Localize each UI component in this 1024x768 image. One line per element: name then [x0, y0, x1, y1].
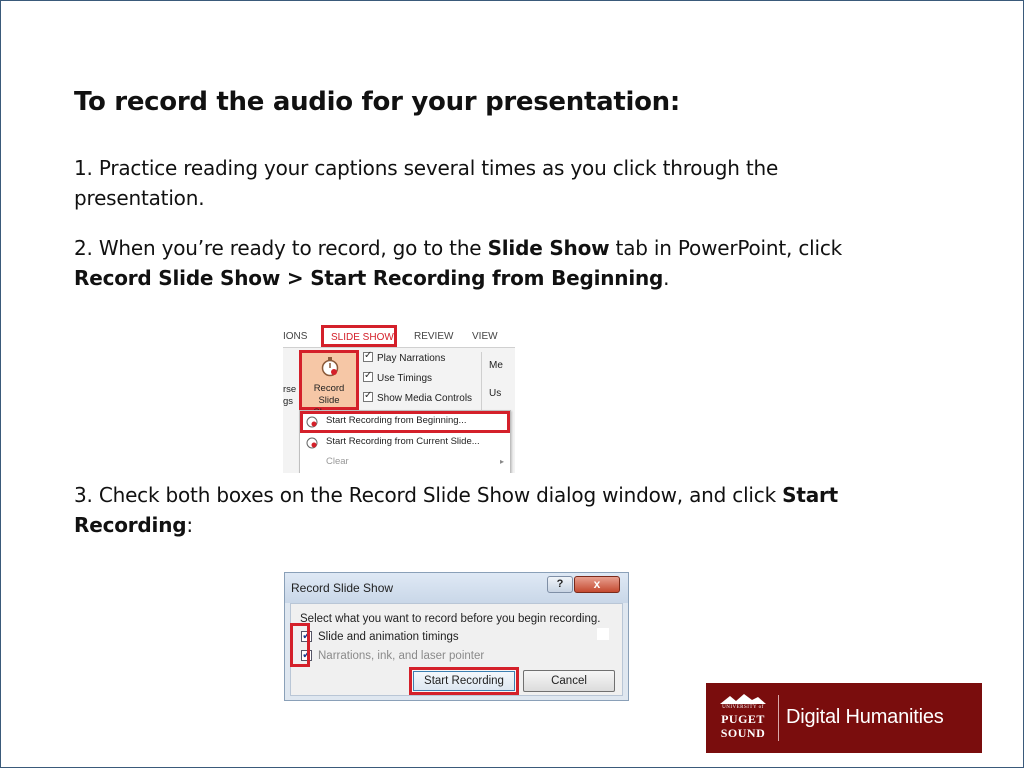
- logo-text: Digital Humanities: [786, 706, 944, 728]
- help-button[interactable]: ?: [547, 576, 573, 593]
- menu-item-start-from-beginning[interactable]: Start Recording from Beginning...: [300, 411, 510, 433]
- tab-review[interactable]: REVIEW: [414, 331, 453, 342]
- check-icon: [363, 350, 373, 362]
- tab-view[interactable]: VIEW: [472, 331, 498, 342]
- record-from-beginning-icon: [306, 416, 318, 428]
- ribbon-left-cut-label: rse gs: [283, 384, 296, 408]
- ribbon-divider: [481, 352, 482, 410]
- left-cut-line-2: gs: [283, 396, 294, 407]
- option-narrations[interactable]: Narrations, ink, and laser pointer: [301, 648, 485, 662]
- dialog-content: Select what you want to record before yo…: [290, 603, 623, 696]
- tab-ions[interactable]: IONS: [283, 331, 307, 342]
- submenu-arrow-icon: ▸: [499, 457, 504, 466]
- record-button-line-1: Record Slide: [313, 383, 345, 406]
- step-2-bold-tab: Slide Show: [487, 236, 610, 260]
- step-3-text: 3. Check both boxes on the Record Slide …: [74, 480, 854, 540]
- step-1-text: 1. Practice reading your captions severa…: [74, 153, 854, 213]
- option-label: Slide and animation timings: [318, 631, 459, 643]
- mountain-icon: [720, 694, 766, 704]
- option-slide-timings[interactable]: Slide and animation timings: [301, 629, 459, 643]
- option-label: Narrations, ink, and laser pointer: [318, 650, 485, 662]
- checkbox-highlight-frame: [290, 623, 310, 667]
- tab-slide-show[interactable]: SLIDE SHOW: [321, 325, 397, 347]
- cancel-button[interactable]: Cancel: [523, 670, 615, 692]
- puget-sound-digital-humanities-logo: UNIVERSITY of PUGET SOUND Digital Humani…: [706, 683, 982, 753]
- menu-item-clear[interactable]: Clear: [300, 453, 510, 473]
- logo-puget: PUGET: [721, 712, 765, 726]
- dialog-title: Record Slide Show: [291, 581, 394, 595]
- check-icon: [363, 390, 373, 402]
- checkbox-label: Show Media Controls: [377, 393, 473, 404]
- start-recording-label: Start Recording: [413, 671, 515, 691]
- check-icon: [363, 370, 373, 382]
- record-dropdown-menu: Start Recording from Beginning... Start …: [299, 410, 511, 473]
- logo-university: UNIVERSITY of: [722, 705, 764, 710]
- step-2-text: 2. When you’re ready to record, go to th…: [74, 233, 854, 293]
- close-button[interactable]: x: [574, 576, 620, 593]
- record-slide-show-dialog: Record Slide Show ? x Select what you wa…: [284, 572, 629, 701]
- puget-sound-mark: UNIVERSITY of PUGET SOUND: [718, 693, 768, 743]
- start-recording-button[interactable]: Start Recording: [409, 667, 519, 695]
- logo-sound: SOUND: [720, 726, 766, 740]
- dialog-titlebar: Record Slide Show ? x: [285, 573, 628, 603]
- ribbon-right-cut-1: Me: [489, 360, 503, 371]
- step-2-pre: 2. When you’re ready to record, go to th…: [74, 236, 488, 260]
- checkbox-label: Play Narrations: [377, 353, 446, 364]
- step-3-pre: 3. Check both boxes on the Record Slide …: [74, 483, 783, 507]
- menu-item-label: Start Recording from Current Slide...: [326, 436, 480, 447]
- checkbox-play-narrations[interactable]: Play Narrations: [363, 350, 446, 364]
- decorative-box: [597, 628, 609, 640]
- checkbox-label: Use Timings: [377, 373, 433, 384]
- step-2-bold-path: Record Slide Show > Start Recording from…: [74, 266, 664, 290]
- checkbox-use-timings[interactable]: Use Timings: [363, 370, 433, 384]
- record-slide-show-button[interactable]: Record Slide Show ▾: [299, 350, 359, 418]
- ribbon-right-cut-2: Us: [489, 388, 502, 399]
- slide: To record the audio for your presentatio…: [0, 0, 1024, 768]
- slide-title: To record the audio for your presentatio…: [74, 87, 680, 117]
- step-2-mid: tab in PowerPoint, click: [609, 236, 843, 260]
- menu-item-label: Start Recording from Beginning...: [326, 415, 467, 426]
- stopwatch-icon: [321, 357, 339, 377]
- dialog-prompt: Select what you want to record before yo…: [300, 613, 601, 625]
- step-1-body: 1. Practice reading your captions severa…: [74, 156, 779, 210]
- logo-divider: [778, 695, 779, 741]
- checkbox-show-media-controls[interactable]: Show Media Controls: [363, 390, 473, 404]
- step-2-post: .: [663, 266, 670, 290]
- ribbon-body: rse gs Record Slide Show ▾ Play Narratio…: [283, 347, 515, 473]
- ribbon-screenshot: IONS SLIDE SHOW REVIEW VIEW rse gs Recor…: [283, 323, 515, 473]
- left-cut-line-1: rse: [283, 384, 297, 395]
- ribbon-tabs: IONS SLIDE SHOW REVIEW VIEW: [283, 323, 515, 347]
- step-3-post: :: [186, 513, 193, 537]
- menu-item-start-from-current[interactable]: Start Recording from Current Slide...: [300, 433, 510, 453]
- menu-item-label: Clear: [326, 456, 349, 467]
- record-from-current-icon: [306, 437, 318, 449]
